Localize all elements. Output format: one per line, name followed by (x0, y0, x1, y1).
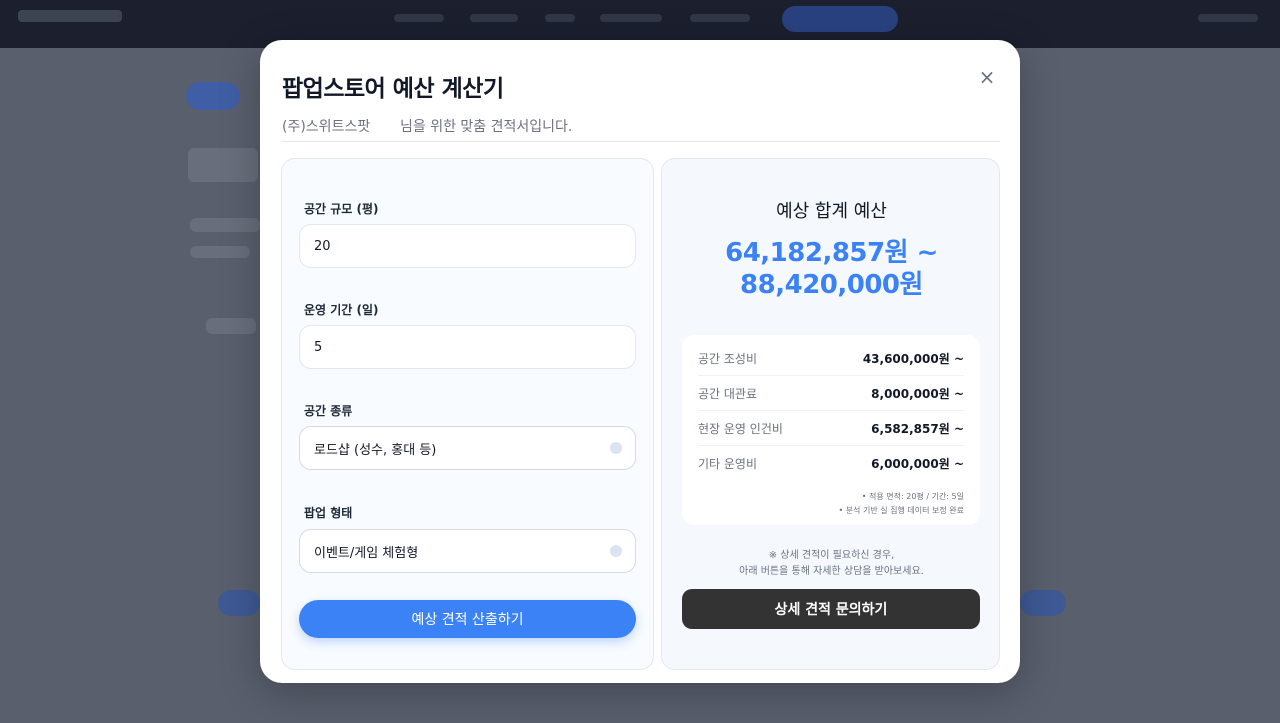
period-label: 운영 기간 (일) (304, 303, 379, 317)
modal-subtitle: (주)스위트스팟 님을 위한 맞춤 견적서입니다. (282, 116, 572, 136)
budget-calculator-modal: 팝업스토어 예산 계산기 × (주)스위트스팟 님을 위한 맞춤 견적서입니다. … (260, 40, 1020, 683)
breakdown-note: • 적용 면적: 20평 / 기간: 5일 (861, 492, 964, 501)
modal-title: 팝업스토어 예산 계산기 (282, 76, 504, 102)
period-value: 5 (314, 339, 323, 355)
area-input[interactable]: 20 (299, 224, 636, 268)
result-panel: 예상 합계 예산 64,182,857원 ~ 88,420,000원 공간 조성… (661, 158, 1000, 670)
subtitle-text: 님을 위한 맞춤 견적서입니다. (400, 119, 573, 135)
notice-text: ※ 상세 견적이 필요하신 경우, (768, 550, 895, 561)
close-icon[interactable]: × (976, 66, 998, 88)
breakdown-row: 기타 운영비 6,000,000원 ~ (698, 446, 964, 481)
space-type-value: 로드샵 (성수, 홍대 등) (314, 442, 437, 458)
popup-type-value: 이벤트/게임 체험형 (314, 545, 419, 561)
breakdown-row: 공간 조성비 43,600,000원 ~ (698, 341, 964, 376)
space-type-select[interactable]: 로드샵 (성수, 홍대 등) (299, 426, 636, 470)
divider (282, 141, 1000, 142)
subtitle-company: (주)스위트스팟 (282, 119, 371, 135)
detailed-inquiry-button[interactable]: 상세 견적 문의하기 (682, 589, 980, 629)
breakdown-row: 공간 대관료 8,000,000원 ~ (698, 376, 964, 411)
breakdown-note: • 분석 기반 실 집행 데이터 보정 완료 (838, 506, 964, 515)
breakdown-value: 6,000,000원 ~ (871, 457, 964, 471)
area-label: 공간 규모 (평) (304, 202, 379, 216)
popup-type-select[interactable]: 이벤트/게임 체험형 (299, 529, 636, 573)
total-budget-min: 64,182,857원 ~ (725, 238, 938, 268)
breakdown-value: 43,600,000원 ~ (862, 351, 964, 366)
cost-breakdown: 공간 조성비 43,600,000원 ~ 공간 대관료 8,000,000원 ~… (682, 335, 980, 525)
breakdown-value: 6,582,857원 ~ (871, 421, 964, 436)
select-indicator-icon (610, 545, 622, 557)
input-panel: 공간 규모 (평) 20 운영 기간 (일) 5 공간 종류 로드샵 (성수, … (281, 158, 654, 670)
area-value: 20 (314, 238, 331, 254)
period-input[interactable]: 5 (299, 325, 636, 369)
total-budget-range: 64,182,857원 ~ 88,420,000원 (662, 237, 1001, 301)
breakdown-value: 8,000,000원 ~ (871, 386, 964, 401)
space-type-label: 공간 종류 (304, 404, 353, 418)
total-budget-max: 88,420,000원 (740, 270, 923, 300)
breakdown-name: 공간 조성비 (698, 351, 758, 366)
breakdown-name: 현장 운영 인건비 (698, 421, 783, 436)
breakdown-name: 공간 대관료 (698, 386, 758, 401)
select-indicator-icon (610, 442, 622, 454)
breakdown-row: 현장 운영 인건비 6,582,857원 ~ (698, 411, 964, 446)
total-budget-label: 예상 합계 예산 (776, 201, 887, 222)
calculate-button[interactable]: 예상 견적 산출하기 (299, 600, 636, 638)
notice-text: 아래 버튼을 통해 자세한 상담을 받아보세요. (739, 566, 924, 577)
breakdown-name: 기타 운영비 (698, 457, 758, 471)
popup-type-label: 팝업 형태 (304, 506, 353, 520)
